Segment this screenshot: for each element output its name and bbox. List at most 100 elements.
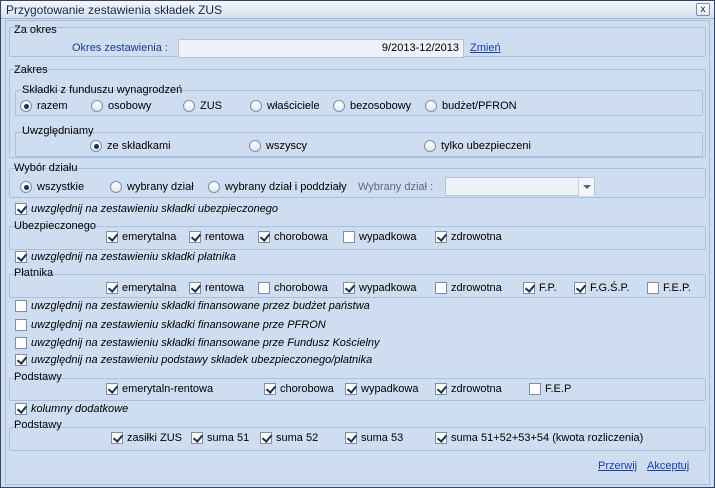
group-skladki-label: Składki z funduszu wynagrodzeń — [22, 84, 183, 96]
radio-bezosobowy[interactable]: bezosobowy — [333, 99, 411, 113]
check-suma-53[interactable]: suma 53 — [345, 431, 403, 445]
dialog-body: Za okres Okres zestawienia : 9/2013-12/2… — [5, 20, 710, 485]
radio-budzet-pfron[interactable]: budżet/PFRON — [425, 99, 517, 113]
group-uwzgledniamy-label: Uwzględniamy — [22, 125, 94, 137]
radio-indicator — [249, 140, 261, 152]
checkbox-indicator — [106, 282, 118, 294]
radio-wszystkie[interactable]: wszystkie — [20, 180, 84, 194]
check-pod-emerytalno-rentowa[interactable]: emerytaln-rentowa — [106, 382, 213, 396]
radio-wlasciciele[interactable]: właściciele — [250, 99, 320, 113]
checkbox-indicator — [15, 203, 27, 215]
check-ub-wypadkowa[interactable]: wypadkowa — [343, 230, 416, 244]
check-pl-fgsp[interactable]: F.G.Ś.P. — [574, 281, 630, 295]
radio-tylko-ubezpieczeni[interactable]: tylko ubezpieczeni — [424, 139, 531, 153]
radio-wybrany-dzial-poddzialy[interactable]: wybrany dział i poddziały — [208, 180, 347, 194]
check-pod-fep[interactable]: F.E.P — [529, 382, 571, 396]
checkbox-indicator — [435, 383, 447, 395]
radio-razem[interactable]: razem — [20, 99, 68, 113]
close-button[interactable]: x — [696, 3, 710, 16]
radio-zus[interactable]: ZUS — [183, 99, 222, 113]
check-pl-wypadkowa[interactable]: wypadkowa — [343, 281, 416, 295]
group-podstawy-2-label: Podstawy — [14, 419, 62, 431]
radio-indicator — [208, 181, 220, 193]
wybrany-dzial-combo[interactable] — [445, 177, 595, 196]
check-pfron[interactable]: uwzględnij na zestawieniu składki finans… — [15, 318, 326, 332]
radio-wybrany-dzial[interactable]: wybrany dział — [110, 180, 194, 194]
chevron-down-icon[interactable] — [578, 178, 594, 196]
check-ub-emerytalna[interactable]: emerytalna — [106, 230, 176, 244]
checkbox-indicator — [345, 432, 357, 444]
check-zasilki-zus[interactable]: zasiłki ZUS — [111, 431, 182, 445]
zmien-link[interactable]: Zmień — [470, 42, 501, 54]
check-suma-kwota-rozliczenia[interactable]: suma 51+52+53+54 (kwota rozliczenia) — [435, 431, 643, 445]
check-pod-wypadkowa[interactable]: wypadkowa — [345, 382, 418, 396]
radio-indicator — [183, 100, 195, 112]
title-bar[interactable]: Przygotowanie zestawienia składek ZUS x — [1, 1, 714, 19]
okres-label: Okres zestawienia : — [72, 42, 168, 54]
checkbox-indicator — [15, 319, 27, 331]
check-fundusz-koscielny[interactable]: uwzględnij na zestawieniu składki finans… — [15, 336, 380, 350]
group-podstawy-1-label: Podstawy — [14, 371, 62, 383]
przerwij-link[interactable]: Przerwij — [598, 460, 637, 472]
checkbox-indicator — [574, 282, 586, 294]
check-ub-rentowa[interactable]: rentowa — [189, 230, 244, 244]
radio-indicator — [333, 100, 345, 112]
checkbox-indicator — [435, 231, 447, 243]
checkbox-indicator — [258, 282, 270, 294]
checkbox-indicator — [435, 432, 447, 444]
checkbox-indicator — [15, 354, 27, 366]
checkbox-indicator — [191, 432, 203, 444]
wybrany-dzial-label: Wybrany dział : — [358, 181, 434, 193]
check-suma-52[interactable]: suma 52 — [260, 431, 318, 445]
check-pl-rentowa[interactable]: rentowa — [189, 281, 244, 295]
group-za-okres-label: Za okres — [14, 24, 57, 36]
check-pl-emerytalna[interactable]: emerytalna — [106, 281, 176, 295]
check-budzet-panstwa[interactable]: uwzględnij na zestawieniu składki finans… — [15, 299, 370, 313]
checkbox-indicator — [647, 282, 659, 294]
group-platnika-label: Płatnika — [14, 267, 54, 279]
checkbox-indicator — [15, 337, 27, 349]
radio-indicator — [20, 181, 32, 193]
checkbox-indicator — [258, 231, 270, 243]
group-ubezpieczonego-label: Ubezpieczonego — [14, 220, 96, 232]
check-pl-zdrowotna[interactable]: zdrowotna — [435, 281, 502, 295]
radio-indicator — [424, 140, 436, 152]
radio-indicator — [425, 100, 437, 112]
checkbox-indicator — [189, 231, 201, 243]
check-suma-51[interactable]: suma 51 — [191, 431, 249, 445]
checkbox-indicator — [343, 282, 355, 294]
checkbox-indicator — [529, 383, 541, 395]
group-wybor-dzialu-label: Wybór działu — [14, 162, 78, 174]
checkbox-indicator — [106, 383, 118, 395]
check-pl-chorobowa[interactable]: chorobowa — [258, 281, 328, 295]
check-skladki-platnika[interactable]: uwzględnij na zestawieniu składki płatni… — [15, 250, 236, 264]
radio-indicator — [110, 181, 122, 193]
checkbox-indicator — [260, 432, 272, 444]
checkbox-indicator — [15, 251, 27, 263]
checkbox-indicator — [523, 282, 535, 294]
checkbox-indicator — [189, 282, 201, 294]
radio-osobowy[interactable]: osobowy — [91, 99, 151, 113]
check-pl-fp[interactable]: F.P. — [523, 281, 557, 295]
check-pod-chorobowa[interactable]: chorobowa — [264, 382, 334, 396]
check-pod-zdrowotna[interactable]: zdrowotna — [435, 382, 502, 396]
akceptuj-link[interactable]: Akceptuj — [647, 460, 689, 472]
checkbox-indicator — [15, 300, 27, 312]
radio-ze-skladkami[interactable]: ze składkami — [90, 139, 171, 153]
check-ub-zdrowotna[interactable]: zdrowotna — [435, 230, 502, 244]
check-kolumny-dodatkowe[interactable]: kolumny dodatkowe — [15, 402, 128, 416]
checkbox-indicator — [345, 383, 357, 395]
radio-indicator — [91, 100, 103, 112]
radio-indicator — [90, 140, 102, 152]
window-title: Przygotowanie zestawienia składek ZUS — [6, 3, 223, 17]
check-podstawy-skladek[interactable]: uwzględnij na zestawieniu podstawy skład… — [15, 353, 372, 367]
check-skladki-ubezpieczonego[interactable]: uwzględnij na zestawieniu składki ubezpi… — [15, 202, 278, 216]
radio-wszyscy[interactable]: wszyscy — [249, 139, 307, 153]
checkbox-indicator — [15, 403, 27, 415]
checkbox-indicator — [264, 383, 276, 395]
checkbox-indicator — [435, 282, 447, 294]
check-pl-fep[interactable]: F.E.P. — [647, 281, 691, 295]
check-ub-chorobowa[interactable]: chorobowa — [258, 230, 328, 244]
okres-field[interactable]: 9/2013-12/2013 — [178, 39, 464, 58]
group-zakres-label: Zakres — [14, 64, 48, 76]
